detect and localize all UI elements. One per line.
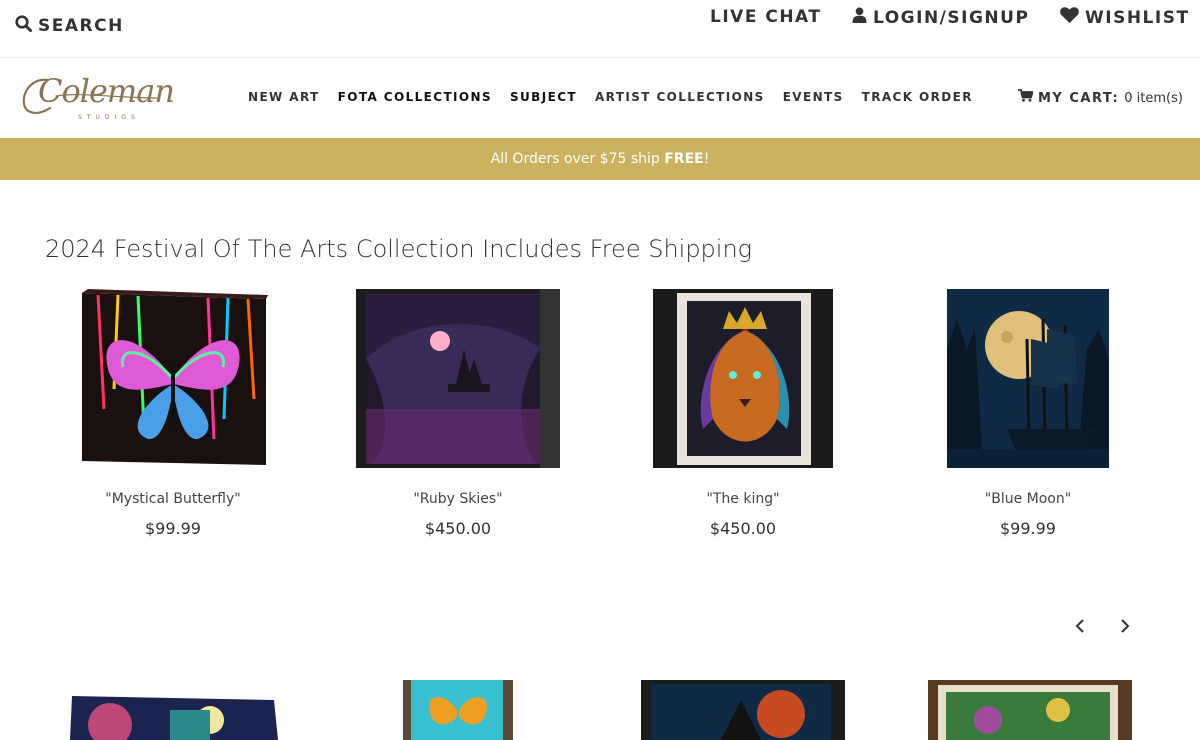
product-thumbnail[interactable] [70, 680, 278, 740]
carousel-next-button[interactable] [1113, 614, 1137, 638]
user-icon [852, 7, 867, 28]
product-price: $99.99 [145, 519, 201, 538]
login-signup-link[interactable]: LOGIN/SIGNUP [852, 7, 1029, 28]
product-image-ruby-skies[interactable] [356, 289, 560, 468]
product-image-the-king[interactable] [653, 289, 833, 468]
product-thumbnail[interactable] [403, 680, 513, 740]
product-thumbnail[interactable] [641, 680, 845, 740]
product-thumbnail[interactable] [928, 680, 1132, 740]
logo-wordmark: Coleman [38, 72, 175, 110]
product-price: $99.99 [1000, 519, 1056, 538]
nav-menu: NEW ART FOTA COLLECTIONS SUBJECT ARTIST … [248, 90, 991, 104]
cart-link[interactable]: MY CART: 0 item(s) [1018, 89, 1183, 107]
search-icon [15, 15, 32, 37]
login-signup-label: LOGIN/SIGNUP [873, 7, 1030, 28]
product-card[interactable]: "Blue Moon" $99.99 [908, 289, 1148, 538]
coleman-studios-logo[interactable]: Coleman STUDIOS [18, 68, 175, 128]
live-chat-link[interactable]: LIVE CHAT [710, 7, 821, 27]
banner-suffix: ! [703, 151, 710, 167]
main-navigation: Coleman STUDIOS NEW ART FOTA COLLECTIONS… [0, 58, 1200, 138]
banner-text: All Orders over $75 ship [490, 151, 665, 167]
live-chat-label: LIVE CHAT [710, 7, 822, 27]
product-card[interactable]: "The king" $450.00 [623, 289, 863, 538]
search-label: SEARCH [38, 16, 124, 36]
product-image-mystical-butterfly[interactable] [78, 289, 268, 468]
product-card[interactable]: "Ruby Skies" $450.00 [338, 289, 578, 538]
nav-item-events[interactable]: EVENTS [783, 90, 844, 104]
product-price: $450.00 [424, 519, 492, 538]
wishlist-label: WISHLIST [1085, 7, 1190, 28]
cart-icon [1018, 89, 1034, 107]
product-name[interactable]: "Blue Moon" [908, 491, 1148, 507]
cart-count: 0 item(s) [1124, 90, 1183, 106]
heart-icon [1060, 7, 1079, 28]
wishlist-link[interactable]: WISHLIST [1060, 7, 1190, 28]
product-name[interactable]: "Mystical Butterfly" [53, 491, 293, 507]
logo-subtitle: STUDIOS [78, 114, 140, 121]
banner-emphasis: FREE [664, 151, 704, 167]
chevron-left-icon [1075, 619, 1084, 633]
product-name[interactable]: "The king" [623, 491, 863, 507]
nav-item-track-order[interactable]: TRACK ORDER [862, 90, 973, 104]
product-name[interactable]: "Ruby Skies" [338, 491, 578, 507]
nav-item-artist-collections[interactable]: ARTIST COLLECTIONS [595, 90, 765, 104]
search-button[interactable]: SEARCH [15, 15, 124, 37]
product-price: $450.00 [709, 519, 777, 538]
product-card[interactable]: "Mystical Butterfly" $99.99 [53, 289, 293, 538]
carousel-prev-button[interactable] [1068, 614, 1092, 638]
nav-item-subject[interactable]: SUBJECT [510, 90, 577, 104]
nav-item-new-art[interactable]: NEW ART [248, 90, 320, 104]
nav-item-fota-collections[interactable]: FOTA COLLECTIONS [338, 90, 492, 104]
top-utility-bar: SEARCH LIVE CHAT LOGIN/SIGNUP WISHLIST [0, 0, 1200, 58]
section-title: 2024 Festival Of The Arts Collection Inc… [45, 235, 753, 263]
product-image-blue-moon[interactable] [947, 289, 1109, 468]
free-shipping-banner: All Orders over $75 ship FREE! [0, 138, 1200, 180]
cart-label: MY CART: [1038, 90, 1120, 106]
chevron-right-icon [1121, 619, 1130, 633]
